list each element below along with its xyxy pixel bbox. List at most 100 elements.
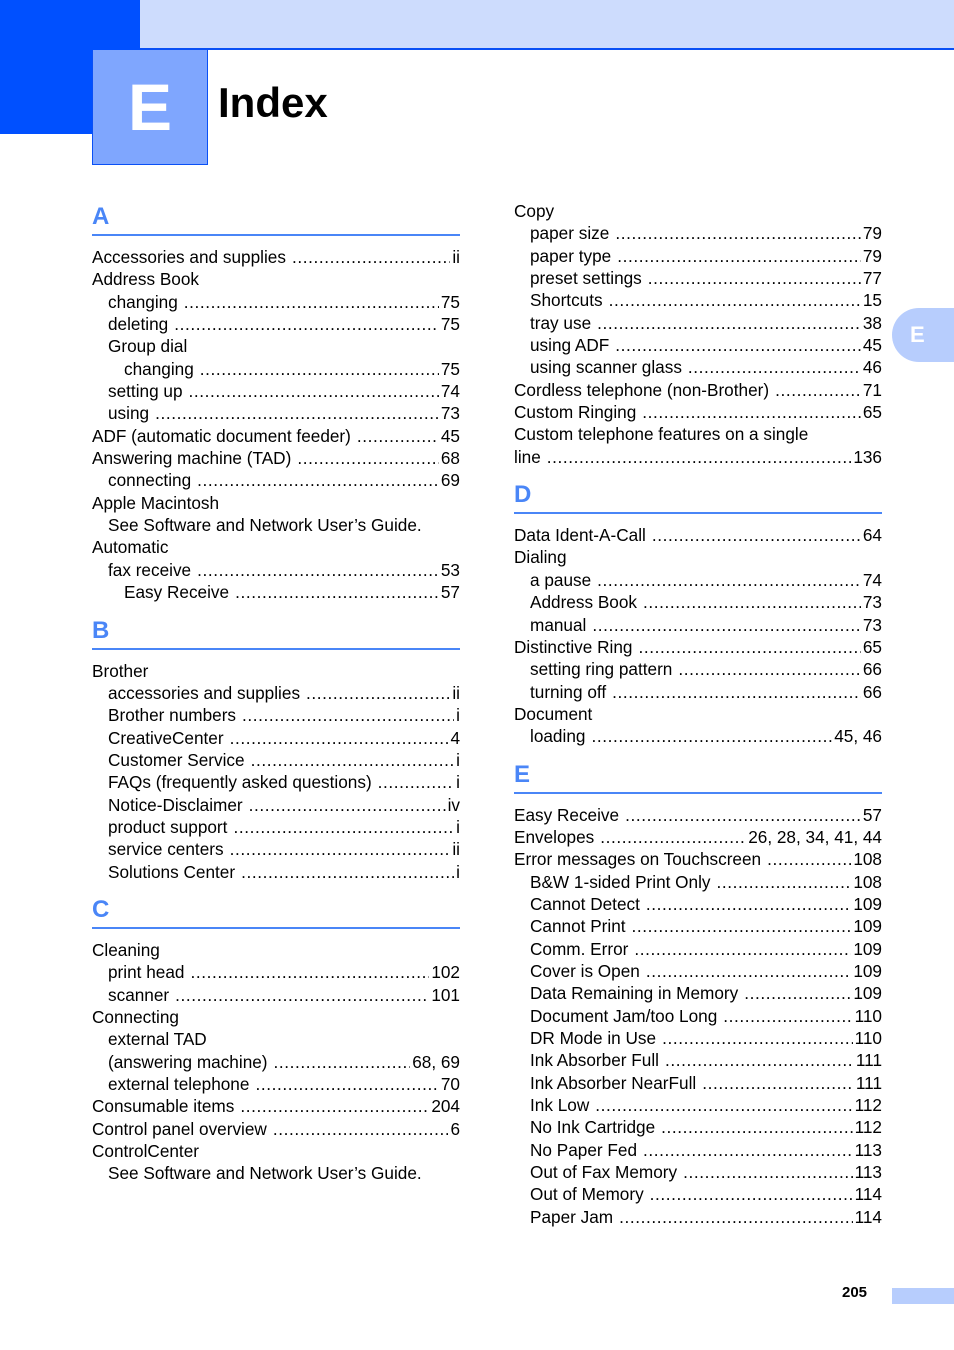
entry-pages[interactable]: 102: [431, 961, 460, 983]
entry-pages[interactable]: 114: [855, 1206, 882, 1228]
entry-pages[interactable]: 114: [855, 1183, 882, 1205]
index-entry[interactable]: external telephone 70: [92, 1073, 460, 1095]
index-entry[interactable]: Distinctive Ring 65: [514, 636, 882, 658]
index-entry[interactable]: Cannot Detect 109: [514, 893, 882, 915]
index-entry[interactable]: (answering machine) 68, 69: [92, 1051, 460, 1073]
entry-pages[interactable]: 66: [863, 681, 882, 703]
index-entry[interactable]: Shortcuts 15: [514, 289, 882, 311]
entry-pages[interactable]: 74: [441, 380, 460, 402]
index-entry[interactable]: Cover is Open 109: [514, 960, 882, 982]
entry-pages[interactable]: 73: [863, 614, 882, 636]
entry-pages[interactable]: 111: [856, 1049, 882, 1071]
index-entry[interactable]: Easy Receive 57: [92, 581, 460, 603]
entry-pages[interactable]: 45: [441, 425, 460, 447]
index-entry[interactable]: setting up 74: [92, 380, 460, 402]
index-entry[interactable]: changing 75: [92, 291, 460, 313]
index-entry[interactable]: accessories and supplies ii: [92, 682, 460, 704]
entry-pages[interactable]: i: [456, 771, 460, 793]
entry-pages[interactable]: 6: [450, 1118, 460, 1140]
index-entry[interactable]: using scanner glass 46: [514, 356, 882, 378]
index-entry[interactable]: No Ink Cartridge 112: [514, 1116, 882, 1138]
index-entry[interactable]: Notice-Disclaimer iv: [92, 794, 460, 816]
entry-pages[interactable]: 64: [863, 524, 882, 546]
index-entry[interactable]: Document Jam/too Long 110: [514, 1005, 882, 1027]
entry-pages[interactable]: 75: [441, 358, 460, 380]
index-entry[interactable]: paper size 79: [514, 222, 882, 244]
index-entry[interactable]: setting ring pattern 66: [514, 658, 882, 680]
entry-pages[interactable]: 45: [863, 334, 882, 356]
index-entry[interactable]: Out of Memory 114: [514, 1183, 882, 1205]
index-entry[interactable]: B&W 1-sided Print Only 108: [514, 871, 882, 893]
index-entry[interactable]: No Paper Fed 113: [514, 1139, 882, 1161]
entry-pages[interactable]: 68: [441, 447, 460, 469]
entry-pages[interactable]: 53: [441, 559, 460, 581]
entry-pages[interactable]: 57: [863, 804, 882, 826]
entry-pages[interactable]: 204: [431, 1095, 460, 1117]
index-entry[interactable]: ADF (automatic document feeder) 45: [92, 425, 460, 447]
index-entry[interactable]: Brother numbers i: [92, 704, 460, 726]
entry-pages[interactable]: 75: [441, 291, 460, 313]
index-entry[interactable]: CreativeCenter 4: [92, 727, 460, 749]
index-entry[interactable]: print head 102: [92, 961, 460, 983]
index-entry[interactable]: tray use 38: [514, 312, 882, 334]
entry-pages[interactable]: 109: [853, 982, 882, 1004]
entry-pages[interactable]: 75: [441, 313, 460, 335]
index-entry[interactable]: connecting 69: [92, 469, 460, 491]
index-entry[interactable]: a pause 74: [514, 569, 882, 591]
entry-pages[interactable]: 111: [856, 1072, 882, 1094]
entry-pages[interactable]: 109: [853, 893, 882, 915]
index-entry[interactable]: changing 75: [92, 358, 460, 380]
index-entry[interactable]: service centers ii: [92, 838, 460, 860]
entry-pages[interactable]: 73: [863, 591, 882, 613]
index-entry[interactable]: fax receive 53: [92, 559, 460, 581]
entry-pages[interactable]: 57: [441, 581, 460, 603]
index-entry[interactable]: preset settings 77: [514, 267, 882, 289]
entry-pages[interactable]: 68, 69: [412, 1051, 460, 1073]
entry-pages[interactable]: ii: [452, 682, 460, 704]
entry-pages[interactable]: 4: [450, 727, 460, 749]
entry-pages[interactable]: 109: [853, 915, 882, 937]
chapter-side-tab[interactable]: E: [892, 308, 954, 362]
entry-pages[interactable]: 108: [853, 871, 882, 893]
index-entry[interactable]: line 136: [514, 446, 882, 468]
entry-pages[interactable]: 113: [855, 1161, 882, 1183]
entry-pages[interactable]: ii: [452, 838, 460, 860]
index-entry[interactable]: Envelopes 26, 28, 34, 41, 44: [514, 826, 882, 848]
entry-pages[interactable]: 79: [863, 245, 882, 267]
entry-pages[interactable]: 74: [863, 569, 882, 591]
index-entry[interactable]: deleting 75: [92, 313, 460, 335]
entry-pages[interactable]: 110: [855, 1027, 882, 1049]
entry-pages[interactable]: 46: [863, 356, 882, 378]
index-entry[interactable]: FAQs (frequently asked questions) i: [92, 771, 460, 793]
entry-pages[interactable]: 112: [855, 1116, 882, 1138]
index-entry[interactable]: using 73: [92, 402, 460, 424]
index-entry[interactable]: product support i: [92, 816, 460, 838]
entry-pages[interactable]: 26, 28, 34, 41, 44: [748, 826, 882, 848]
entry-pages[interactable]: i: [456, 861, 460, 883]
index-entry[interactable]: Control panel overview 6: [92, 1118, 460, 1140]
index-entry[interactable]: paper type 79: [514, 245, 882, 267]
index-entry[interactable]: Error messages on Touchscreen 108: [514, 848, 882, 870]
entry-pages[interactable]: 65: [863, 636, 882, 658]
entry-pages[interactable]: 45, 46: [834, 725, 882, 747]
index-entry[interactable]: Solutions Center i: [92, 861, 460, 883]
index-entry[interactable]: turning off 66: [514, 681, 882, 703]
entry-pages[interactable]: 73: [441, 402, 460, 424]
index-entry[interactable]: Consumable items 204: [92, 1095, 460, 1117]
index-entry[interactable]: Comm. Error 109: [514, 938, 882, 960]
index-entry[interactable]: Ink Absorber Full 111: [514, 1049, 882, 1071]
index-entry[interactable]: Ink Absorber NearFull 111: [514, 1072, 882, 1094]
entry-pages[interactable]: 109: [853, 938, 882, 960]
entry-pages[interactable]: 69: [441, 469, 460, 491]
index-entry[interactable]: loading 45, 46: [514, 725, 882, 747]
entry-pages[interactable]: 109: [853, 960, 882, 982]
index-entry[interactable]: Paper Jam 114: [514, 1206, 882, 1228]
entry-pages[interactable]: 79: [863, 222, 882, 244]
entry-pages[interactable]: 66: [863, 658, 882, 680]
index-entry[interactable]: Data Ident-A-Call 64: [514, 524, 882, 546]
entry-pages[interactable]: 113: [855, 1139, 882, 1161]
index-entry[interactable]: scanner 101: [92, 984, 460, 1006]
index-entry[interactable]: Cordless telephone (non-Brother) 71: [514, 379, 882, 401]
index-entry[interactable]: Address Book 73: [514, 591, 882, 613]
index-entry[interactable]: Custom Ringing 65: [514, 401, 882, 423]
